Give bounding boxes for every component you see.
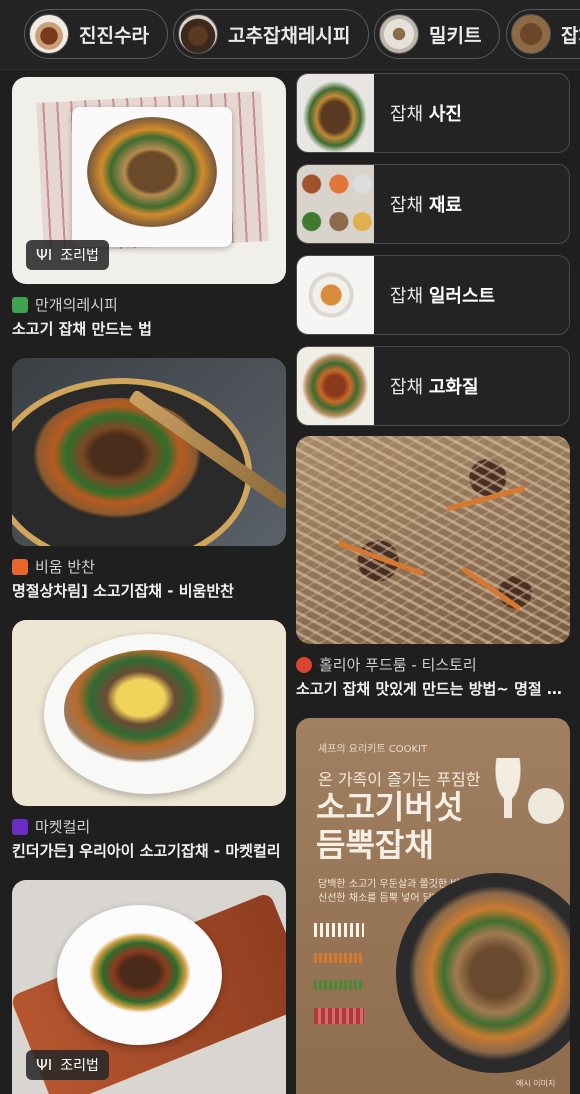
related-label: 잡채 사진 (390, 104, 462, 125)
bean-sprouts (314, 923, 364, 937)
source-name: 마켓컬리 (35, 818, 91, 836)
result-title[interactable]: 소고기 잡채 맛있게 만드는 방법~ 명절 소... (296, 678, 570, 699)
chip-label: 잡채 (561, 24, 580, 47)
related-label: 잡채 일러스트 (390, 286, 496, 307)
chip-jinjinsura[interactable]: 진진수라 (24, 9, 168, 59)
result-image[interactable]: ΨI 조리법 (12, 880, 286, 1094)
badge-label: 조리법 (60, 1058, 99, 1074)
fork-knife-icon: ΨI (36, 246, 53, 264)
beef-strips (314, 1008, 364, 1024)
result-source[interactable]: 만개의레시피 (12, 294, 118, 315)
source-favicon-icon (296, 656, 312, 673)
related-thumbnail (297, 347, 374, 425)
result-title[interactable]: 소고기 잡채 만드는 법 (12, 318, 286, 339)
source-favicon-icon (12, 558, 28, 575)
carrot-strip (446, 485, 526, 512)
recipe-badge: ΨI 조리법 (26, 1050, 109, 1080)
food-thumbnail-icon (178, 14, 218, 54)
related-label: 잡채 재료 (390, 195, 462, 216)
related-search-japchae-high-quality[interactable]: 잡채 고화질 (296, 346, 570, 426)
poster-title: 소고기버섯 듬뿍잡채 (316, 788, 464, 864)
chip-label: 밀키트 (429, 24, 482, 47)
chip-label: 고추잡채레시피 (228, 24, 351, 47)
related-chips-bar: 진진수라 고추잡채레시피 밀키트 잡채 (0, 0, 580, 70)
mushroom-illustration (488, 758, 528, 818)
related-search-japchae-ingredients[interactable]: 잡채 재료 (296, 164, 570, 244)
carrot-strips (314, 953, 364, 963)
result-image[interactable] (12, 620, 286, 806)
source-favicon-icon (12, 296, 28, 313)
result-title[interactable]: 킨더가든] 우리아이 소고기잡채 - 마켓컬리 (12, 840, 286, 861)
source-name: 비움 반찬 (35, 558, 95, 576)
food-thumbnail-icon (29, 14, 69, 54)
result-title[interactable]: 명절상차림] 소고기잡채 - 비움반찬 (12, 580, 286, 601)
carrot-strip (460, 566, 522, 611)
badge-label: 조리법 (60, 248, 99, 264)
chip-gochu-japchae-recipe[interactable]: 고추잡채레시피 (173, 9, 370, 59)
chip-mealkit[interactable]: 밀키트 (374, 9, 501, 59)
carrot-strip (337, 540, 425, 577)
japchae-dish (64, 650, 234, 770)
food-thumbnail-icon (379, 14, 419, 54)
result-image[interactable]: ΨI 조리법 (12, 77, 286, 284)
source-name: 홀리아 푸드룸 - 티스토리 (319, 656, 477, 674)
japchae-dish (408, 885, 570, 1061)
result-source[interactable]: 홀리아 푸드룸 - 티스토리 (296, 654, 477, 675)
result-image[interactable] (296, 436, 570, 644)
related-search-japchae-illustration[interactable]: 잡채 일러스트 (296, 255, 570, 335)
poster-subtitle: 온 가족이 즐기는 푸짐한 (318, 770, 481, 789)
japchae-dish (87, 117, 217, 227)
related-thumbnail (297, 74, 374, 152)
japchae-dish (80, 925, 200, 1020)
japchae-dish (27, 398, 207, 523)
food-thumbnail-icon (511, 14, 551, 54)
result-image[interactable]: 셰프의 요리키트 COOKIT 온 가족이 즐기는 푸짐한 소고기버섯 듬뿍잡채… (296, 718, 570, 1094)
result-image[interactable] (12, 358, 286, 546)
result-source[interactable]: 마켓컬리 (12, 816, 90, 837)
related-thumbnail (297, 256, 374, 334)
source-favicon-icon (12, 818, 28, 835)
chip-label: 진진수라 (79, 24, 149, 47)
related-thumbnail (297, 165, 374, 243)
mushroom-illustration (528, 788, 564, 824)
recipe-badge: ΨI 조리법 (26, 240, 109, 270)
green-vegetables (314, 980, 364, 990)
related-label: 잡채 고화질 (390, 377, 479, 398)
fork-knife-icon: ΨI (36, 1056, 53, 1074)
result-source[interactable]: 비움 반찬 (12, 556, 95, 577)
source-name: 만개의레시피 (35, 296, 118, 314)
related-search-japchae-photo[interactable]: 잡채 사진 (296, 73, 570, 153)
poster-footer: 예시 이미지 (516, 1079, 556, 1088)
poster-brand: 셰프의 요리키트 COOKIT (318, 744, 428, 755)
chip-japchae[interactable]: 잡채 (506, 9, 580, 59)
